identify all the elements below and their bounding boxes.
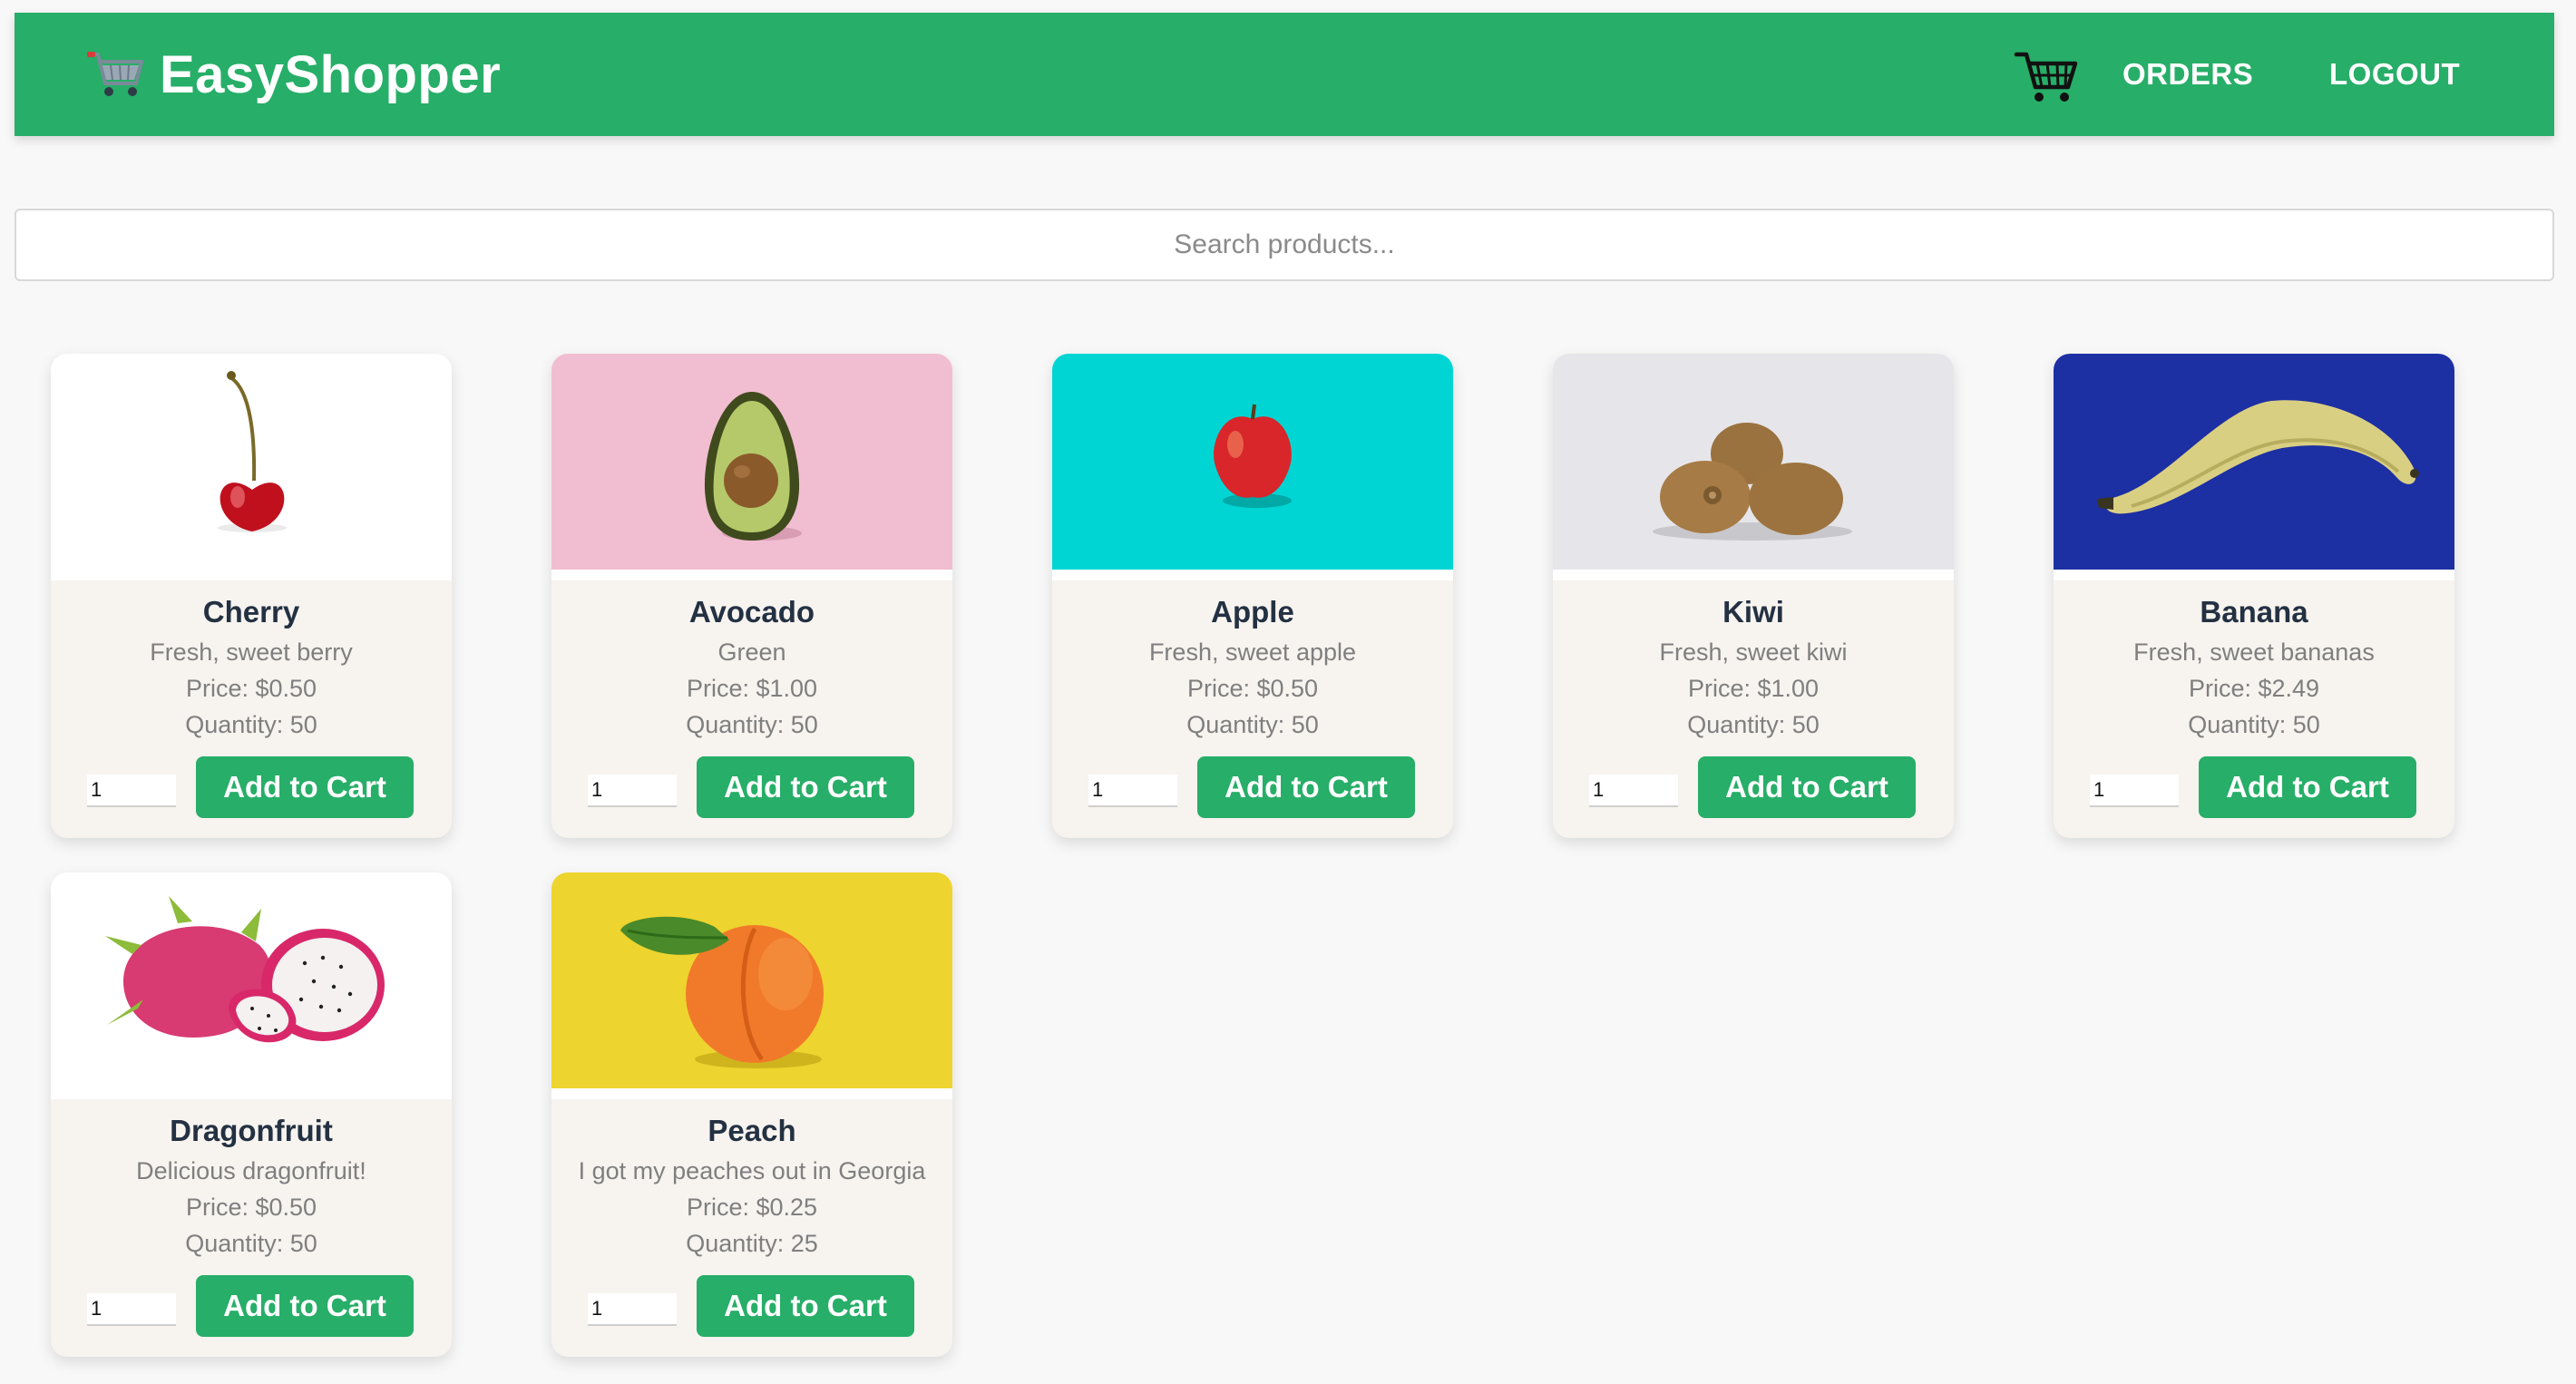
product-quantity: Quantity: 50 <box>1186 711 1319 738</box>
product-image-apple <box>1052 354 1453 570</box>
add-to-cart-button[interactable]: Add to Cart <box>2199 756 2416 818</box>
product-image-cherry <box>51 354 452 570</box>
add-to-cart-button[interactable]: Add to Cart <box>697 756 914 818</box>
product-name: Apple <box>1211 595 1294 629</box>
navbar: EasyShopper ORDERS LOGOUT <box>15 13 2554 136</box>
product-name: Banana <box>2200 595 2308 629</box>
product-description: Fresh, sweet apple <box>1148 638 1357 666</box>
quantity-stepper[interactable] <box>588 775 677 807</box>
card-divider <box>551 570 952 580</box>
product-quantity: Quantity: 50 <box>185 1230 317 1257</box>
product-price: Price: $0.50 <box>1186 675 1319 702</box>
product-price: Price: $2.49 <box>2188 675 2320 702</box>
product-price: Price: $1.00 <box>686 675 818 702</box>
card-divider <box>551 1088 952 1099</box>
product-description: Green <box>717 638 786 666</box>
product-image-kiwi <box>1553 354 1954 570</box>
quantity-stepper[interactable] <box>87 1293 176 1326</box>
product-card-dragonfruit: Dragonfruit Delicious dragonfruit! Price… <box>51 872 452 1357</box>
add-to-cart-button[interactable]: Add to Cart <box>697 1275 914 1337</box>
product-card-peach: Peach I got my peaches out in Georgia Pr… <box>551 872 952 1357</box>
product-quantity: Quantity: 25 <box>686 1230 818 1257</box>
product-quantity: Quantity: 50 <box>1687 711 1820 738</box>
product-image-banana <box>2054 354 2454 570</box>
product-price: Price: $0.25 <box>686 1194 818 1221</box>
card-divider <box>2054 570 2454 580</box>
brand[interactable]: EasyShopper <box>85 13 501 136</box>
quantity-stepper[interactable] <box>87 775 176 807</box>
add-to-cart-button[interactable]: Add to Cart <box>196 756 414 818</box>
search-input[interactable] <box>15 209 2554 281</box>
product-quantity: Quantity: 50 <box>2188 711 2320 738</box>
product-name: Cherry <box>202 595 300 629</box>
add-to-cart-button[interactable]: Add to Cart <box>1698 756 1916 818</box>
quantity-stepper[interactable] <box>2090 775 2179 807</box>
add-to-cart-button[interactable]: Add to Cart <box>196 1275 414 1337</box>
product-name: Dragonfruit <box>170 1114 333 1147</box>
product-card-apple: Apple Fresh, sweet apple Price: $0.50 Qu… <box>1052 354 1453 838</box>
card-divider <box>1553 570 1954 580</box>
product-card-banana: Banana Fresh, sweet bananas Price: $2.49… <box>2054 354 2454 838</box>
product-card-kiwi: Kiwi Fresh, sweet kiwi Price: $1.00 Quan… <box>1553 354 1954 838</box>
product-description: I got my peaches out in Georgia <box>578 1157 926 1184</box>
product-name: Avocado <box>688 595 815 629</box>
product-name: Kiwi <box>1722 595 1784 629</box>
product-image-peach <box>551 872 952 1088</box>
brand-name: EasyShopper <box>160 44 502 104</box>
product-price: Price: $1.00 <box>1687 675 1820 702</box>
product-description: Fresh, sweet kiwi <box>1659 638 1848 666</box>
product-image-dragonfruit <box>51 872 452 1088</box>
quantity-stepper[interactable] <box>588 1293 677 1326</box>
card-divider <box>51 570 452 580</box>
card-divider <box>51 1088 452 1099</box>
product-price: Price: $0.50 <box>185 1194 317 1221</box>
add-to-cart-button[interactable]: Add to Cart <box>1197 756 1415 818</box>
product-description: Fresh, sweet berry <box>150 638 353 666</box>
shopping-cart-emoji-icon <box>87 52 143 96</box>
card-divider <box>1052 570 1453 580</box>
quantity-stepper[interactable] <box>1589 775 1678 807</box>
cart-icon[interactable] <box>2014 47 2079 105</box>
product-quantity: Quantity: 50 <box>686 711 818 738</box>
orders-link[interactable]: ORDERS <box>2122 13 2253 136</box>
product-description: Delicious dragonfruit! <box>136 1157 366 1184</box>
product-name: Peach <box>707 1114 796 1147</box>
product-card-avocado: Avocado Green Price: $1.00 Quantity: 50 … <box>551 354 952 838</box>
product-image-avocado <box>551 354 952 570</box>
product-card-cherry: Cherry Fresh, sweet berry Price: $0.50 Q… <box>51 354 452 838</box>
logout-link[interactable]: LOGOUT <box>2329 13 2460 136</box>
product-quantity: Quantity: 50 <box>185 711 317 738</box>
quantity-stepper[interactable] <box>1088 775 1177 807</box>
product-description: Fresh, sweet bananas <box>2133 638 2375 666</box>
product-price: Price: $0.50 <box>185 675 317 702</box>
